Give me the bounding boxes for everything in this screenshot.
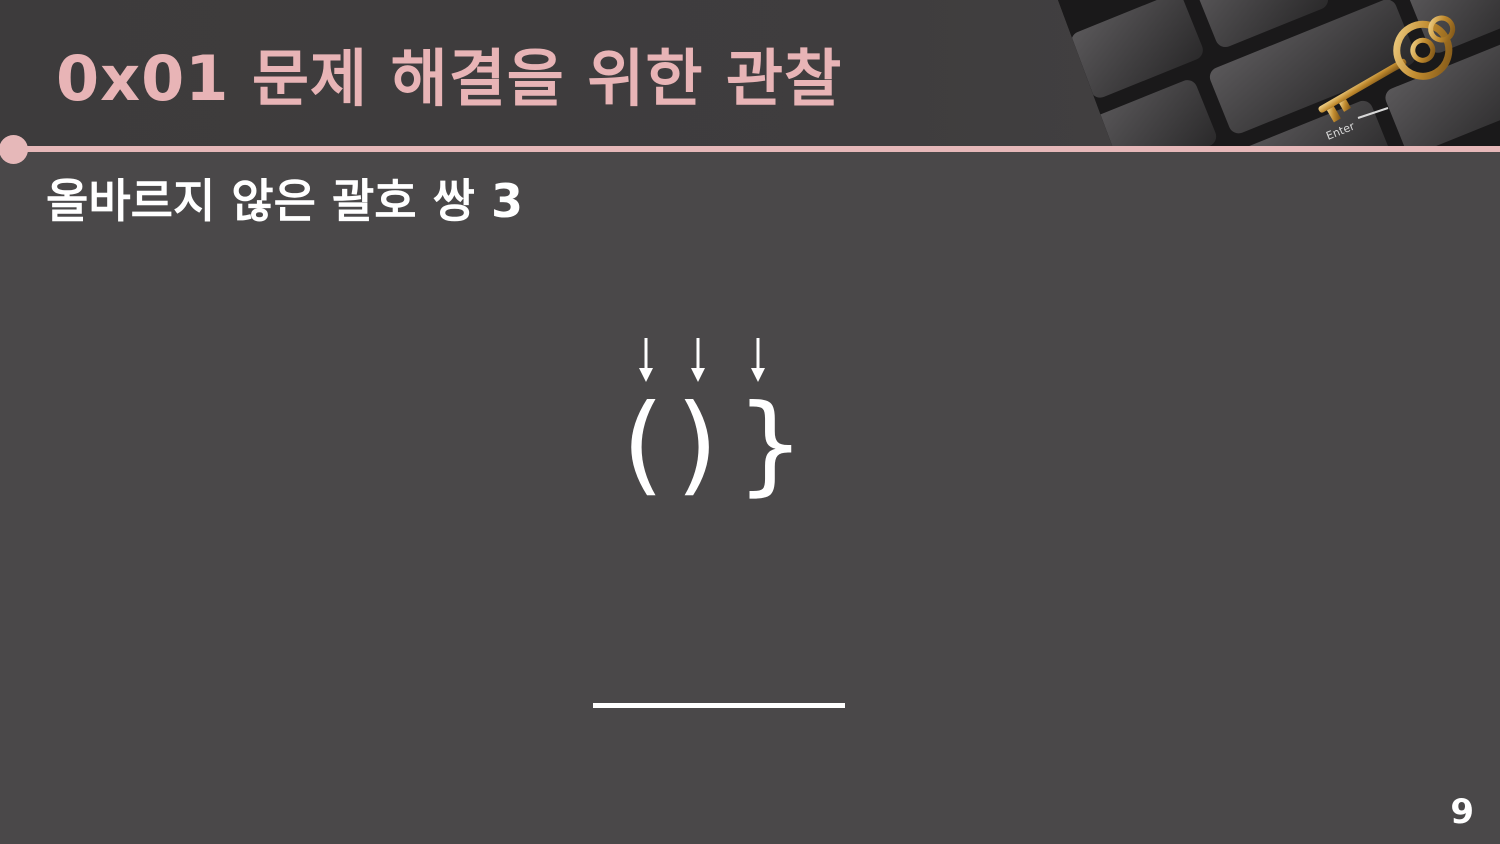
- subtitle: 올바르지 않은 괄호 쌍 3: [46, 174, 523, 228]
- slide-title: 0x01 문제 해결을 위한 관찰: [56, 42, 843, 115]
- keyboard-key-photo: Enter: [1058, 0, 1500, 148]
- slide: Enter 0x01 문제 해결을 위한 관찰 올바르지 않은 괄호 쌍 3 (…: [0, 0, 1500, 844]
- accent-line: [0, 146, 1500, 152]
- down-arrow-icon: [751, 338, 765, 382]
- bracket-open-paren: (: [622, 382, 665, 507]
- down-arrow-icon: [691, 338, 705, 382]
- accent-dot: [0, 135, 28, 164]
- bracket-close-paren: ): [676, 382, 719, 507]
- answer-blank-line: [593, 703, 845, 708]
- bracket-close-brace: }: [736, 382, 805, 507]
- page-number: 9: [1450, 792, 1474, 832]
- down-arrow-icon: [639, 338, 653, 382]
